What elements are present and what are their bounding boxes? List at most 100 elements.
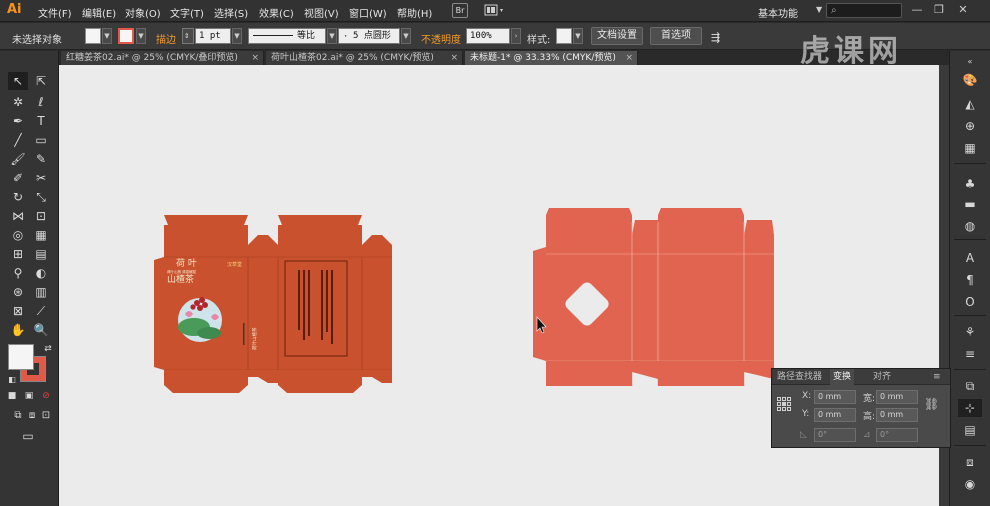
rotate-input[interactable]: 0° [814, 428, 856, 442]
menu-help[interactable]: 帮助(H) [397, 5, 432, 20]
stroke-dropdown[interactable]: ▼ [136, 28, 146, 44]
free-transform-tool-icon[interactable]: ⊡ [31, 207, 51, 225]
slice-tool-icon[interactable]: ⟋ [31, 302, 51, 320]
color-panel-icon[interactable]: 🎨 [958, 71, 982, 89]
workspace-switcher[interactable]: 基本功能 [758, 5, 798, 20]
restore-button[interactable]: ❐ [930, 3, 948, 17]
perspective-grid-tool-icon[interactable]: ▦ [31, 226, 51, 244]
close-icon[interactable]: × [625, 51, 633, 65]
menu-window[interactable]: 窗口(W) [349, 5, 387, 20]
color-mode-icon[interactable]: ■ [5, 389, 19, 403]
fill-dropdown[interactable]: ▼ [102, 28, 112, 44]
stroke-profile-select[interactable]: 等比 [248, 28, 326, 44]
shape-builder-tool-icon[interactable]: ◎ [8, 226, 28, 244]
align-panel-icon[interactable]: ▤ [958, 421, 982, 439]
symbol-sprayer-tool-icon[interactable]: ⊛ [8, 283, 28, 301]
stroke-weight-stepper[interactable]: ⇕ [182, 28, 194, 44]
selection-tool-icon[interactable]: ↖ [8, 72, 28, 90]
gradient-panel-icon[interactable]: ▬ [958, 195, 982, 213]
fill-color-swatch[interactable] [85, 28, 101, 44]
menu-effect[interactable]: 效果(C) [259, 5, 294, 20]
opacity-input[interactable]: 100% [466, 28, 510, 44]
fill-color-box[interactable] [8, 344, 34, 370]
help-search-input[interactable]: ⌕ [826, 3, 902, 18]
stroke-weight-dropdown[interactable]: ▼ [232, 28, 242, 44]
gradient-mode-icon[interactable]: ▣ [22, 389, 36, 403]
stroke-color-swatch[interactable] [118, 28, 134, 44]
menu-view[interactable]: 视图(V) [304, 5, 339, 20]
width-tool-icon[interactable]: ⋈ [8, 207, 28, 225]
tab-transform[interactable]: 变换 [830, 369, 855, 385]
menu-select[interactable]: 选择(S) [214, 5, 248, 20]
mesh-tool-icon[interactable]: ⊞ [8, 245, 28, 263]
paragraph-panel-icon[interactable]: ¶ [958, 271, 982, 289]
zoom-tool-icon[interactable]: 🔍 [31, 321, 51, 339]
minimize-button[interactable]: — [908, 3, 926, 17]
character-panel-icon[interactable]: A [958, 249, 982, 267]
graphic-style-swatch[interactable] [556, 28, 572, 44]
graphic-styles-panel-icon[interactable]: ◉ [958, 475, 982, 493]
printed-box-dieline[interactable] [154, 215, 392, 393]
type-tool-icon[interactable]: T [31, 112, 51, 130]
pen-tool-icon[interactable]: ✒ [8, 112, 28, 130]
layers-panel-icon[interactable]: ⧉ [958, 377, 982, 395]
blend-tool-icon[interactable]: ◐ [31, 264, 51, 282]
none-mode-icon[interactable]: ⊘ [39, 389, 53, 403]
brush-select[interactable]: · 5 点圆形 [338, 28, 400, 44]
menu-edit[interactable]: 编辑(E) [82, 5, 116, 20]
constrain-proportions-icon[interactable]: ⛓ [924, 397, 939, 411]
default-colors-icon[interactable]: ◧ [2, 371, 22, 389]
artboards-panel-icon[interactable]: ⧈ [958, 453, 982, 471]
stroke-label[interactable]: 描边 [156, 31, 176, 46]
arrange-documents-icon[interactable] [484, 3, 506, 18]
preferences-button[interactable]: 首选项 [650, 27, 702, 45]
document-setup-button[interactable]: 文档设置 [591, 27, 643, 45]
width-input[interactable]: 0 mm [876, 390, 918, 404]
screen-mode-icon[interactable]: ▭ [18, 427, 38, 445]
close-icon[interactable]: × [450, 51, 458, 65]
shear-input[interactable]: 0° [876, 428, 918, 442]
tab-document-3[interactable]: 未标题-1* @ 33.33% (CMYK/预览) × [465, 51, 638, 65]
tab-pathfinder[interactable]: 路径查找器 [774, 369, 825, 385]
rotate-tool-icon[interactable]: ↻ [8, 188, 28, 206]
draw-inside-icon[interactable]: ⊡ [36, 407, 56, 425]
hand-tool-icon[interactable]: ✋ [8, 321, 28, 339]
reference-point-icon[interactable] [777, 397, 791, 411]
stroke-profile-dropdown[interactable]: ▼ [327, 28, 337, 44]
pathfinder-panel-icon[interactable]: ⚘ [958, 323, 982, 341]
eyedropper-tool-icon[interactable]: ⚲ [8, 264, 28, 282]
opacity-dropdown[interactable]: › [511, 28, 521, 44]
transform-options-icon[interactable]: ⇶ [711, 31, 720, 44]
magic-wand-tool-icon[interactable]: ✲ [8, 93, 28, 111]
direct-selection-tool-icon[interactable]: ⇱ [31, 72, 51, 90]
tab-document-1[interactable]: 红糖姜茶02.ai* @ 25% (CMYK/叠印预览) × [61, 51, 264, 65]
tab-document-2[interactable]: 荷叶山楂茶02.ai* @ 25% (CMYK/预览) × [266, 51, 463, 65]
blank-box-dieline[interactable] [533, 208, 774, 386]
transform-panel-icon[interactable]: ⊹ [958, 399, 982, 417]
swap-colors-icon[interactable]: ⇄ [38, 340, 58, 358]
appearance-panel-icon[interactable]: ◍ [958, 217, 982, 235]
symbols-panel-icon[interactable]: ♣ [958, 175, 982, 193]
height-input[interactable]: 0 mm [876, 408, 918, 422]
artboard-tool-icon[interactable]: ⊠ [8, 302, 28, 320]
collapse-panels-icon[interactable]: « [958, 57, 982, 67]
tab-align[interactable]: 对齐 [870, 369, 894, 385]
line-tool-icon[interactable]: ╱ [8, 131, 28, 149]
menu-object[interactable]: 对象(O) [125, 5, 161, 20]
lasso-tool-icon[interactable]: ℓ [31, 93, 51, 111]
close-button[interactable]: ✕ [954, 3, 972, 17]
x-input[interactable]: 0 mm [814, 390, 856, 404]
menu-type[interactable]: 文字(T) [170, 5, 204, 20]
pencil-tool-icon[interactable]: ✎ [31, 150, 51, 168]
eraser-tool-icon[interactable]: ✂ [31, 169, 51, 187]
y-input[interactable]: 0 mm [814, 408, 856, 422]
rectangle-tool-icon[interactable]: ▭ [31, 131, 51, 149]
opacity-label[interactable]: 不透明度 [421, 31, 461, 46]
gradient-tool-icon[interactable]: ▤ [31, 245, 51, 263]
menu-file[interactable]: 文件(F) [38, 5, 72, 20]
column-graph-tool-icon[interactable]: ▥ [31, 283, 51, 301]
paintbrush-tool-icon[interactable]: 🖌 [8, 150, 28, 168]
brushes-panel-icon[interactable]: ▦ [958, 139, 982, 157]
stroke-panel-icon[interactable]: ≡ [958, 345, 982, 363]
brush-dropdown[interactable]: ▼ [401, 28, 411, 44]
